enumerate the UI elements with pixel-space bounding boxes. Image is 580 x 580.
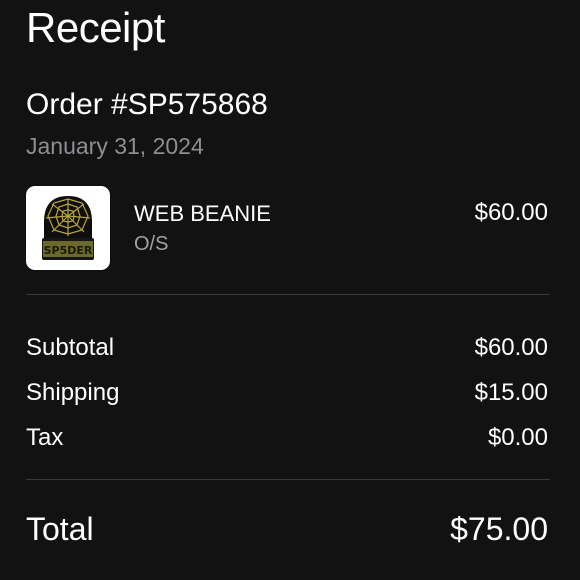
order-date: January 31, 2024 [26,133,204,159]
product-thumbnail[interactable]: SP5DER [26,186,110,270]
order-number: Order #SP575868 [26,88,268,121]
divider [26,294,550,295]
subtotal-label: Subtotal [26,334,115,361]
shipping-row: Shipping $15.00 [26,377,550,409]
shipping-value: $15.00 [474,379,548,406]
tax-value: $0.00 [487,424,548,451]
total-label: Total [26,511,94,547]
divider [26,479,550,480]
receipt-page: Receipt Order #SP575868 January 31, 2024 [0,0,580,580]
item-name: WEB BEANIE [134,201,271,226]
shipping-label: Shipping [26,379,120,406]
total-value: $75.00 [450,511,548,547]
tax-row: Tax $0.00 [26,422,550,454]
page-title: Receipt [26,4,165,51]
beanie-icon: SP5DER [42,196,94,260]
beanie-logo-text: SP5DER [44,244,93,257]
tax-label: Tax [26,424,64,451]
item-variant: O/S [134,233,169,255]
total-row: Total $75.00 [26,508,550,552]
line-item[interactable]: SP5DER WEB BEANIE O/S $60.00 [26,186,550,270]
subtotal-value: $60.00 [474,334,548,361]
item-price: $60.00 [474,199,548,226]
subtotal-row: Subtotal $60.00 [26,332,550,364]
